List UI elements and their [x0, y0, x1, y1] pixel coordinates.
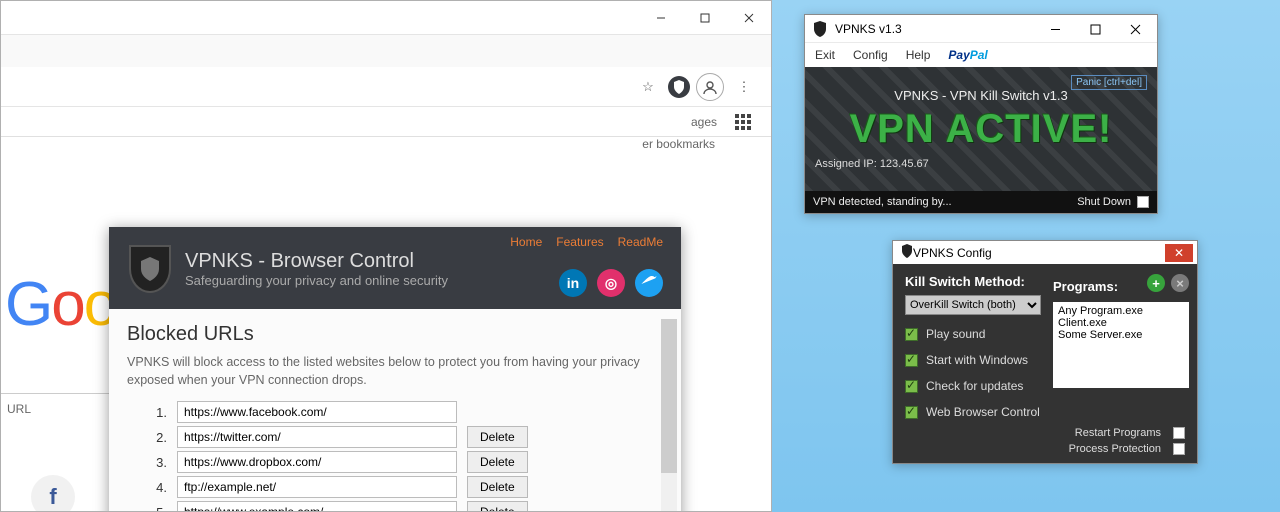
chrome-titlebar: [1, 1, 771, 35]
status-text: VPN detected, standing by...: [813, 196, 952, 208]
config-titlebar: VPNKS Config ✕: [893, 241, 1197, 264]
config-checkbox[interactable]: Play sound: [905, 327, 1041, 341]
url-input[interactable]: [177, 476, 457, 498]
bookmark-bar-partial-text: ages: [691, 115, 717, 129]
ext-nav: Home Features ReadMe: [510, 235, 663, 249]
vpnks-body-title: VPNKS - VPN Kill Switch v1.3: [815, 88, 1147, 103]
maximize-button[interactable]: [1075, 17, 1115, 41]
assigned-ip: Assigned IP: 123.45.67: [815, 158, 1147, 170]
url-input[interactable]: [177, 451, 457, 473]
programs-list[interactable]: Any Program.exeClient.exeSome Server.exe: [1053, 302, 1189, 388]
other-bookmarks-partial[interactable]: er bookmarks: [642, 137, 715, 151]
ext-subtitle: Safeguarding your privacy and online sec…: [185, 273, 448, 288]
minimize-button[interactable]: [639, 3, 683, 33]
url-row: 1.: [149, 401, 663, 423]
profile-icon[interactable]: [696, 73, 724, 101]
vpnks-extension-icon[interactable]: [668, 76, 690, 98]
instagram-icon[interactable]: ◎: [597, 269, 625, 297]
nav-home[interactable]: Home: [510, 235, 542, 249]
ext-scrollbar[interactable]: [661, 319, 677, 511]
url-field-label: URL: [1, 393, 109, 424]
config-body: Kill Switch Method: OverKill Switch (bot…: [893, 264, 1197, 425]
chrome-toolbar: ☆ ⋮: [1, 67, 771, 107]
maximize-button[interactable]: [683, 3, 727, 33]
apps-grid-icon[interactable]: [735, 114, 751, 130]
url-input[interactable]: [177, 401, 457, 423]
config-checkbox[interactable]: Check for updates: [905, 379, 1041, 393]
menu-paypal[interactable]: PayPal: [948, 48, 987, 62]
url-row: 2. Delete: [149, 426, 663, 448]
vpnks-titlebar: VPNKS v1.3: [805, 15, 1157, 43]
programs-heading: Programs:: [1053, 279, 1118, 294]
twitter-icon[interactable]: [635, 269, 663, 297]
remove-program-button[interactable]: ×: [1171, 274, 1189, 292]
chrome-tabstrip[interactable]: [1, 35, 771, 67]
delete-button[interactable]: Delete: [467, 476, 528, 498]
process-protection-check[interactable]: Process Protection: [1069, 443, 1185, 455]
linkedin-icon[interactable]: in: [559, 269, 587, 297]
config-footer: Restart Programs Process Protection: [893, 425, 1197, 463]
star-icon[interactable]: ☆: [634, 73, 662, 101]
minimize-button[interactable]: [1035, 17, 1075, 41]
ext-social: in ◎: [559, 269, 663, 297]
blocked-urls-desc: VPNKS will block access to the listed we…: [127, 354, 663, 389]
program-item[interactable]: Any Program.exe: [1058, 305, 1184, 317]
kill-switch-select[interactable]: OverKill Switch (both): [905, 295, 1041, 315]
vpnks-menubar: Exit Config Help PayPal: [805, 43, 1157, 67]
kebab-menu-icon[interactable]: ⋮: [730, 73, 758, 101]
google-logo-partial: Goo: [5, 269, 116, 340]
url-number: 1.: [149, 405, 167, 420]
program-item[interactable]: Client.exe: [1058, 317, 1184, 329]
close-button[interactable]: [1115, 17, 1155, 41]
shortcut-facebook[interactable]: f: [31, 475, 75, 511]
url-row: 5. Delete: [149, 501, 663, 511]
restart-programs-check[interactable]: Restart Programs: [1075, 427, 1185, 439]
chrome-bookmarks-bar: ages: [1, 107, 771, 137]
url-number: 4.: [149, 480, 167, 495]
panic-button[interactable]: Panic [ctrl+del]: [1071, 75, 1147, 90]
vpnks-body: Panic [ctrl+del] VPNKS - VPN Kill Switch…: [805, 67, 1157, 191]
shutdown-control[interactable]: Shut Down: [1077, 196, 1149, 208]
vpn-active-text: VPN ACTIVE!: [815, 107, 1147, 152]
nav-features[interactable]: Features: [556, 235, 603, 249]
shield-icon: [813, 21, 829, 37]
close-button[interactable]: [727, 3, 771, 33]
chrome-content: Goo URL f in + Home Features ReadMe: [1, 137, 771, 511]
shield-icon: [901, 244, 913, 261]
config-title: VPNKS Config: [913, 246, 992, 260]
menu-config[interactable]: Config: [853, 48, 888, 62]
vpnks-main-window: VPNKS v1.3 Exit Config Help PayPal Panic…: [804, 14, 1158, 214]
vpnks-extension-popup: Home Features ReadMe VPNKS - Browser Con…: [109, 227, 681, 511]
delete-button[interactable]: Delete: [467, 501, 528, 511]
nav-readme[interactable]: ReadMe: [618, 235, 663, 249]
url-row: 4. Delete: [149, 476, 663, 498]
chrome-window: ☆ ⋮ ages Goo URL f in + Home Featur: [0, 0, 772, 512]
ext-body: Blocked URLs VPNKS will block access to …: [109, 309, 681, 511]
vpnks-title: VPNKS v1.3: [835, 22, 902, 36]
vpnks-config-window: VPNKS Config ✕ Kill Switch Method: OverK…: [892, 240, 1198, 464]
url-input[interactable]: [177, 501, 457, 511]
config-checkbox[interactable]: Start with Windows: [905, 353, 1041, 367]
delete-button[interactable]: Delete: [467, 426, 528, 448]
blocked-urls-heading: Blocked URLs: [127, 323, 663, 346]
delete-button[interactable]: Delete: [467, 451, 528, 473]
url-input[interactable]: [177, 426, 457, 448]
url-number: 3.: [149, 455, 167, 470]
ext-header: Home Features ReadMe VPNKS - Browser Con…: [109, 227, 681, 309]
kill-switch-heading: Kill Switch Method:: [905, 274, 1041, 289]
ext-title: VPNKS - Browser Control: [185, 250, 448, 273]
shield-icon: [129, 245, 171, 293]
program-item[interactable]: Some Server.exe: [1058, 329, 1184, 341]
config-checkbox[interactable]: Web Browser Control: [905, 405, 1041, 419]
close-button[interactable]: ✕: [1165, 244, 1193, 262]
menu-exit[interactable]: Exit: [815, 48, 835, 62]
url-number: 5.: [149, 505, 167, 512]
menu-help[interactable]: Help: [906, 48, 931, 62]
add-program-button[interactable]: +: [1147, 274, 1165, 292]
url-number: 2.: [149, 430, 167, 445]
vpnks-statusbar: VPN detected, standing by... Shut Down: [805, 191, 1157, 213]
url-row: 3. Delete: [149, 451, 663, 473]
